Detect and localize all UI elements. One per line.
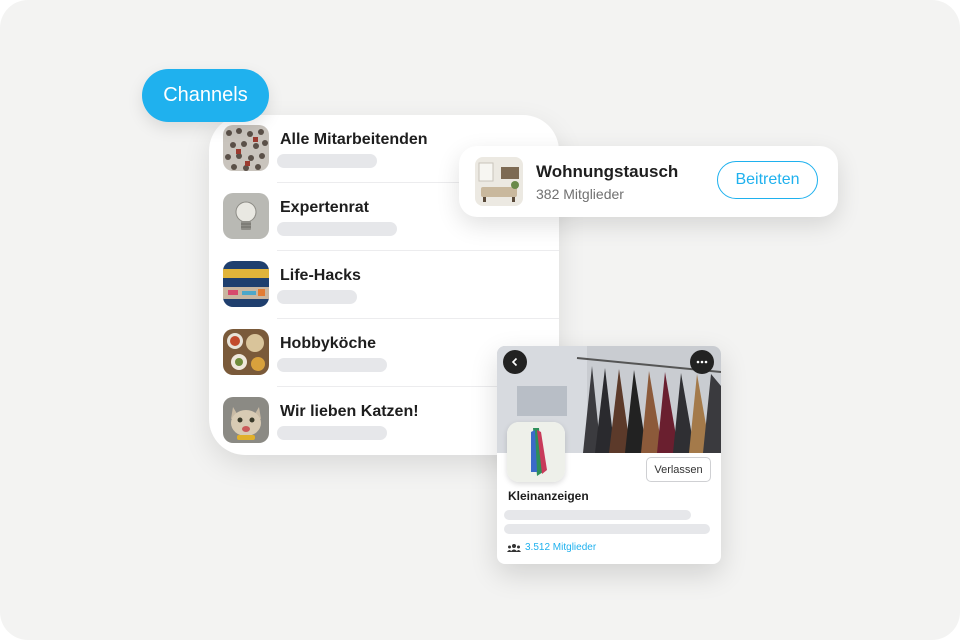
placeholder-line (277, 154, 377, 168)
channel-name: Hobbyköche (280, 335, 377, 352)
join-button[interactable]: Beitreten (717, 161, 818, 199)
placeholder-line (277, 358, 387, 372)
tool-box-photo-icon (223, 261, 269, 307)
more-options-button[interactable] (690, 350, 714, 374)
channel-detail-card: Verlassen Kleinanzeigen 3.512 Mitglieder (497, 346, 721, 564)
channels-tag: Channels (142, 69, 269, 122)
people-icon (507, 543, 521, 552)
join-channel-card: Wohnungstausch 382 Mitglieder Beitreten (459, 146, 838, 217)
channel-title: Wohnungstausch (536, 162, 679, 181)
member-count-row: 3.512 Mitglieder (507, 542, 596, 553)
placeholder-line (504, 510, 691, 520)
back-button[interactable] (503, 350, 527, 374)
light-bulb-photo-icon (223, 193, 269, 239)
crowd-photo-icon (223, 125, 269, 171)
channel-name: Expertenrat (280, 199, 369, 216)
placeholder-line (277, 222, 397, 236)
channel-name: Alle Mitarbeitenden (280, 131, 428, 148)
cat-photo-icon (223, 397, 269, 443)
food-spread-photo-icon (223, 329, 269, 375)
placeholder-line (277, 426, 387, 440)
more-horizontal-icon (696, 360, 708, 364)
channel-item-life-hacks[interactable]: Life-Hacks (209, 251, 559, 319)
member-count: 382 Mitglieder (536, 186, 624, 202)
channel-name: Wir lieben Katzen! (280, 403, 419, 420)
placeholder-line (277, 290, 357, 304)
living-room-photo-icon (475, 157, 523, 206)
placeholder-line (504, 524, 710, 534)
app-canvas: Channels Alle Mitarbeitenden Expertenrat… (0, 0, 960, 640)
channel-title: Kleinanzeigen (508, 489, 589, 503)
chevron-left-icon (511, 357, 518, 367)
scarf-avatar-icon (507, 422, 565, 482)
channel-name: Life-Hacks (280, 267, 361, 284)
leave-button[interactable]: Verlassen (646, 457, 711, 482)
member-count: 3.512 Mitglieder (525, 542, 597, 553)
